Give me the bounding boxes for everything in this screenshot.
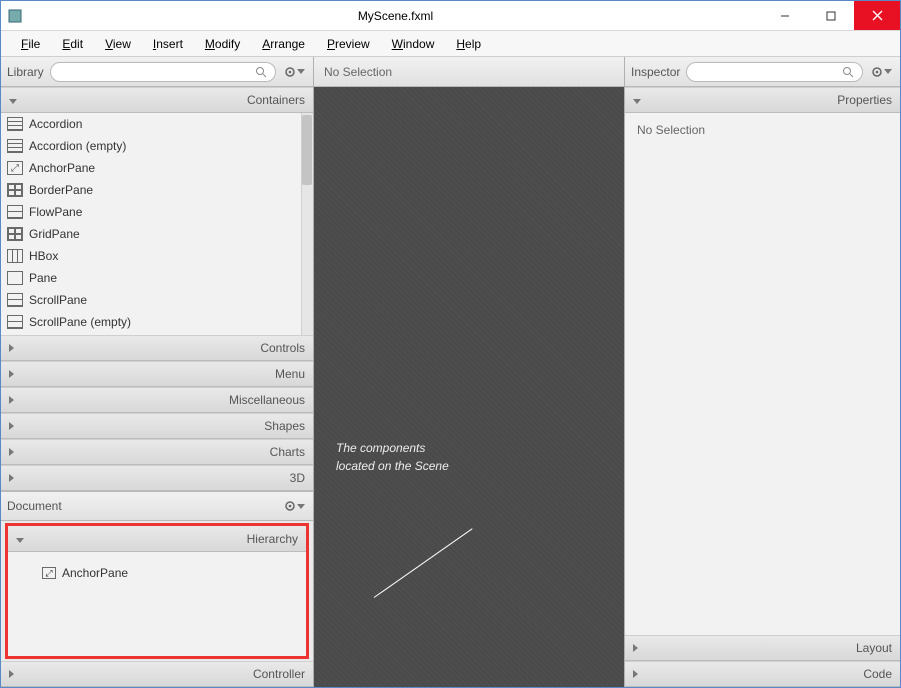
chevron-right-icon [9, 370, 14, 378]
left-panel: Library Containers Acc [1, 57, 314, 687]
document-header: Document [1, 491, 313, 521]
menubar: File Edit View Insert Modify Arrange Pre… [1, 31, 900, 57]
window-title: MyScene.fxml [29, 9, 762, 23]
close-button[interactable] [854, 1, 900, 30]
menu-help[interactable]: Help [446, 34, 491, 54]
menu-insert[interactable]: Insert [143, 34, 193, 54]
menu-file[interactable]: File [11, 34, 50, 54]
document-title: Document [7, 499, 62, 513]
menu-preview[interactable]: Preview [317, 34, 380, 54]
inspector-menu-button[interactable] [869, 66, 894, 78]
section-layout[interactable]: Layout [625, 635, 900, 661]
chevron-right-icon [9, 344, 14, 352]
anchorpane-icon: ⤢ [42, 567, 56, 579]
search-icon [255, 66, 267, 78]
list-item[interactable]: ScrollPane [1, 289, 313, 311]
minimize-button[interactable] [762, 1, 808, 30]
section-3d[interactable]: 3D [1, 465, 313, 491]
list-item[interactable]: ScrollPane (empty) [1, 311, 313, 333]
section-menu[interactable]: Menu [1, 361, 313, 387]
inspector-body: No Selection [625, 113, 900, 635]
list-item[interactable]: GridPane [1, 223, 313, 245]
inspector-no-selection: No Selection [637, 123, 705, 137]
document-menu-button[interactable] [282, 500, 307, 512]
chevron-right-icon [9, 474, 14, 482]
section-code[interactable]: Code [625, 661, 900, 687]
scrollbar[interactable] [301, 113, 313, 335]
inspector-header: Inspector [625, 57, 900, 87]
chevron-right-icon [633, 644, 638, 652]
library-containers-list: Accordion Accordion (empty) ⤢AnchorPane … [1, 113, 313, 335]
annotation-arrow [374, 528, 473, 598]
titlebar: MyScene.fxml [1, 1, 900, 31]
chevron-down-icon [884, 69, 892, 74]
center-panel: No Selection The components located on t… [314, 57, 624, 687]
list-item[interactable]: ⤢AnchorPane [1, 157, 313, 179]
inspector-search-input[interactable] [686, 62, 863, 82]
chevron-down-icon [9, 99, 17, 104]
section-charts[interactable]: Charts [1, 439, 313, 465]
menu-window[interactable]: Window [382, 34, 445, 54]
library-header: Library [1, 57, 313, 87]
section-hierarchy[interactable]: Hierarchy [8, 526, 306, 552]
menu-arrange[interactable]: Arrange [252, 34, 315, 54]
section-shapes[interactable]: Shapes [1, 413, 313, 439]
chevron-down-icon [297, 69, 305, 74]
hierarchy-tree: ⤢ AnchorPane [8, 552, 306, 656]
gear-icon [284, 500, 296, 512]
chevron-right-icon [9, 670, 14, 678]
section-controls[interactable]: Controls [1, 335, 313, 361]
hierarchy-panel-highlighted: Hierarchy ⤢ AnchorPane [5, 523, 309, 659]
list-item[interactable]: Pane [1, 267, 313, 289]
list-item[interactable]: Accordion (empty) [1, 135, 313, 157]
right-panel: Inspector Properties No Selection Layout… [624, 57, 900, 687]
inspector-title: Inspector [631, 65, 680, 79]
section-containers[interactable]: Containers [1, 87, 313, 113]
maximize-button[interactable] [808, 1, 854, 30]
canvas-header: No Selection [314, 57, 624, 87]
chevron-right-icon [9, 448, 14, 456]
gear-icon [284, 66, 296, 78]
library-search-input[interactable] [50, 62, 276, 82]
menu-edit[interactable]: Edit [52, 34, 93, 54]
design-canvas[interactable]: The components located on the Scene [314, 87, 624, 687]
library-title: Library [7, 65, 44, 79]
chevron-right-icon [633, 670, 638, 678]
library-menu-button[interactable] [282, 66, 307, 78]
search-icon [842, 66, 854, 78]
list-item[interactable]: Accordion [1, 113, 313, 135]
list-item[interactable]: FlowPane [1, 201, 313, 223]
scrollbar-thumb[interactable] [302, 115, 312, 185]
chevron-down-icon [297, 504, 305, 509]
list-item[interactable]: BorderPane [1, 179, 313, 201]
section-controller[interactable]: Controller [1, 661, 313, 687]
menu-modify[interactable]: Modify [195, 34, 250, 54]
section-properties[interactable]: Properties [625, 87, 900, 113]
menu-view[interactable]: View [95, 34, 141, 54]
gear-icon [871, 66, 883, 78]
annotation-text: The components located on the Scene [336, 439, 449, 475]
selection-status: No Selection [324, 65, 392, 79]
chevron-right-icon [9, 396, 14, 404]
app-window: MyScene.fxml File Edit View Insert Modif… [0, 0, 901, 688]
list-item[interactable]: HBox [1, 245, 313, 267]
chevron-right-icon [9, 422, 14, 430]
section-label: Containers [247, 93, 305, 107]
chevron-down-icon [633, 99, 641, 104]
chevron-down-icon [16, 538, 24, 543]
section-miscellaneous[interactable]: Miscellaneous [1, 387, 313, 413]
app-icon [1, 9, 29, 23]
hierarchy-item-anchorpane[interactable]: ⤢ AnchorPane [16, 562, 298, 584]
